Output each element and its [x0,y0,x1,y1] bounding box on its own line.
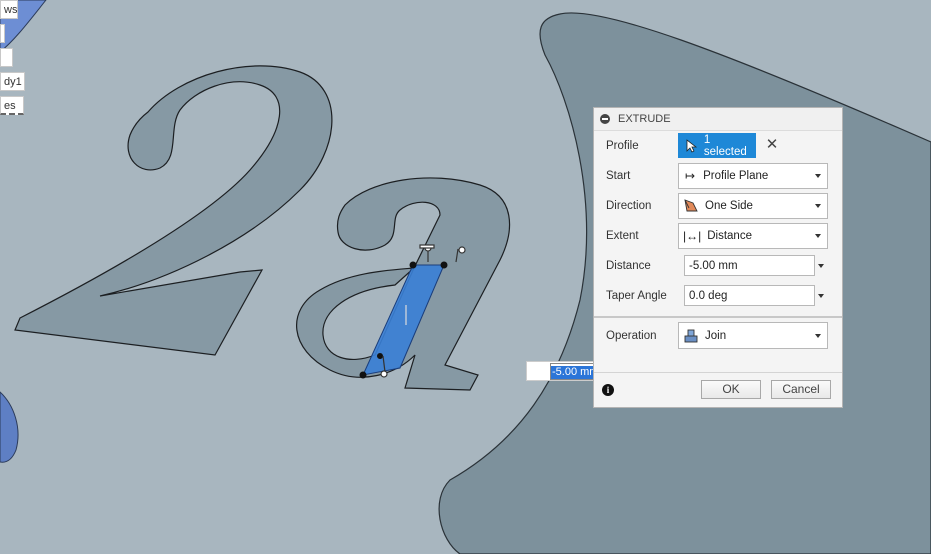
vertex-point[interactable] [440,261,448,269]
distance-value: -5.00 mm [689,259,738,272]
vertex-point[interactable] [377,353,383,359]
direction-value: One Side [705,200,753,212]
join-icon [684,329,698,342]
taper-angle-label: Taper Angle [606,290,667,302]
distance-dropdown-icon[interactable] [818,264,824,268]
chevron-down-icon [815,234,821,238]
profile-select-value: 1 selected [703,133,747,158]
direction-label: Direction [606,200,652,212]
browser-item-body[interactable]: dy1 [0,72,25,91]
profile-label: Profile [606,140,639,152]
dialog-footer-divider [594,372,842,373]
extent-dropdown[interactable]: |↔| Distance [678,223,828,249]
one-side-icon [684,199,698,212]
ok-button[interactable]: OK [701,380,761,399]
extent-value: Distance [707,230,752,242]
dialog-titlebar[interactable]: EXTRUDE [594,108,842,131]
browser-item-views[interactable]: ws [0,0,18,19]
chevron-down-icon [815,174,821,178]
taper-dropdown-icon[interactable] [818,294,824,298]
profile-select-button[interactable]: 1 selected [678,133,756,158]
direction-dropdown[interactable]: One Side [678,193,828,219]
dialog-divider [594,316,842,318]
info-icon[interactable]: i [602,384,614,396]
cursor-arrow-icon [686,138,698,152]
clear-selection-icon[interactable]: ✕ [765,137,779,153]
start-dropdown[interactable]: ↦ Profile Plane [678,163,828,189]
operation-label: Operation [606,330,657,342]
profile-plane-icon: ↦ [685,169,696,183]
start-label: Start [606,170,631,182]
operation-dropdown[interactable]: Join [678,322,828,349]
start-value: Profile Plane [703,170,769,182]
chevron-down-icon [815,333,821,338]
browser-item[interactable] [0,48,13,67]
operation-value: Join [705,329,727,342]
taper-angle-value: 0.0 deg [689,289,728,302]
collapse-icon[interactable] [600,114,610,124]
vertex-point[interactable] [359,371,367,379]
cancel-button[interactable]: Cancel [771,380,831,399]
vertex-point[interactable] [409,261,417,269]
chevron-down-icon [815,204,821,208]
extent-label: Extent [606,230,639,242]
browser-item-sketches[interactable]: es [0,96,24,115]
distance-input[interactable]: -5.00 mm [684,255,815,276]
browser-item[interactable] [0,24,5,43]
distance-extent-icon: |↔| [683,229,702,243]
taper-angle-input[interactable]: 0.0 deg [684,285,815,306]
dialog-title: EXTRUDE [618,113,671,125]
distance-label: Distance [606,260,651,272]
